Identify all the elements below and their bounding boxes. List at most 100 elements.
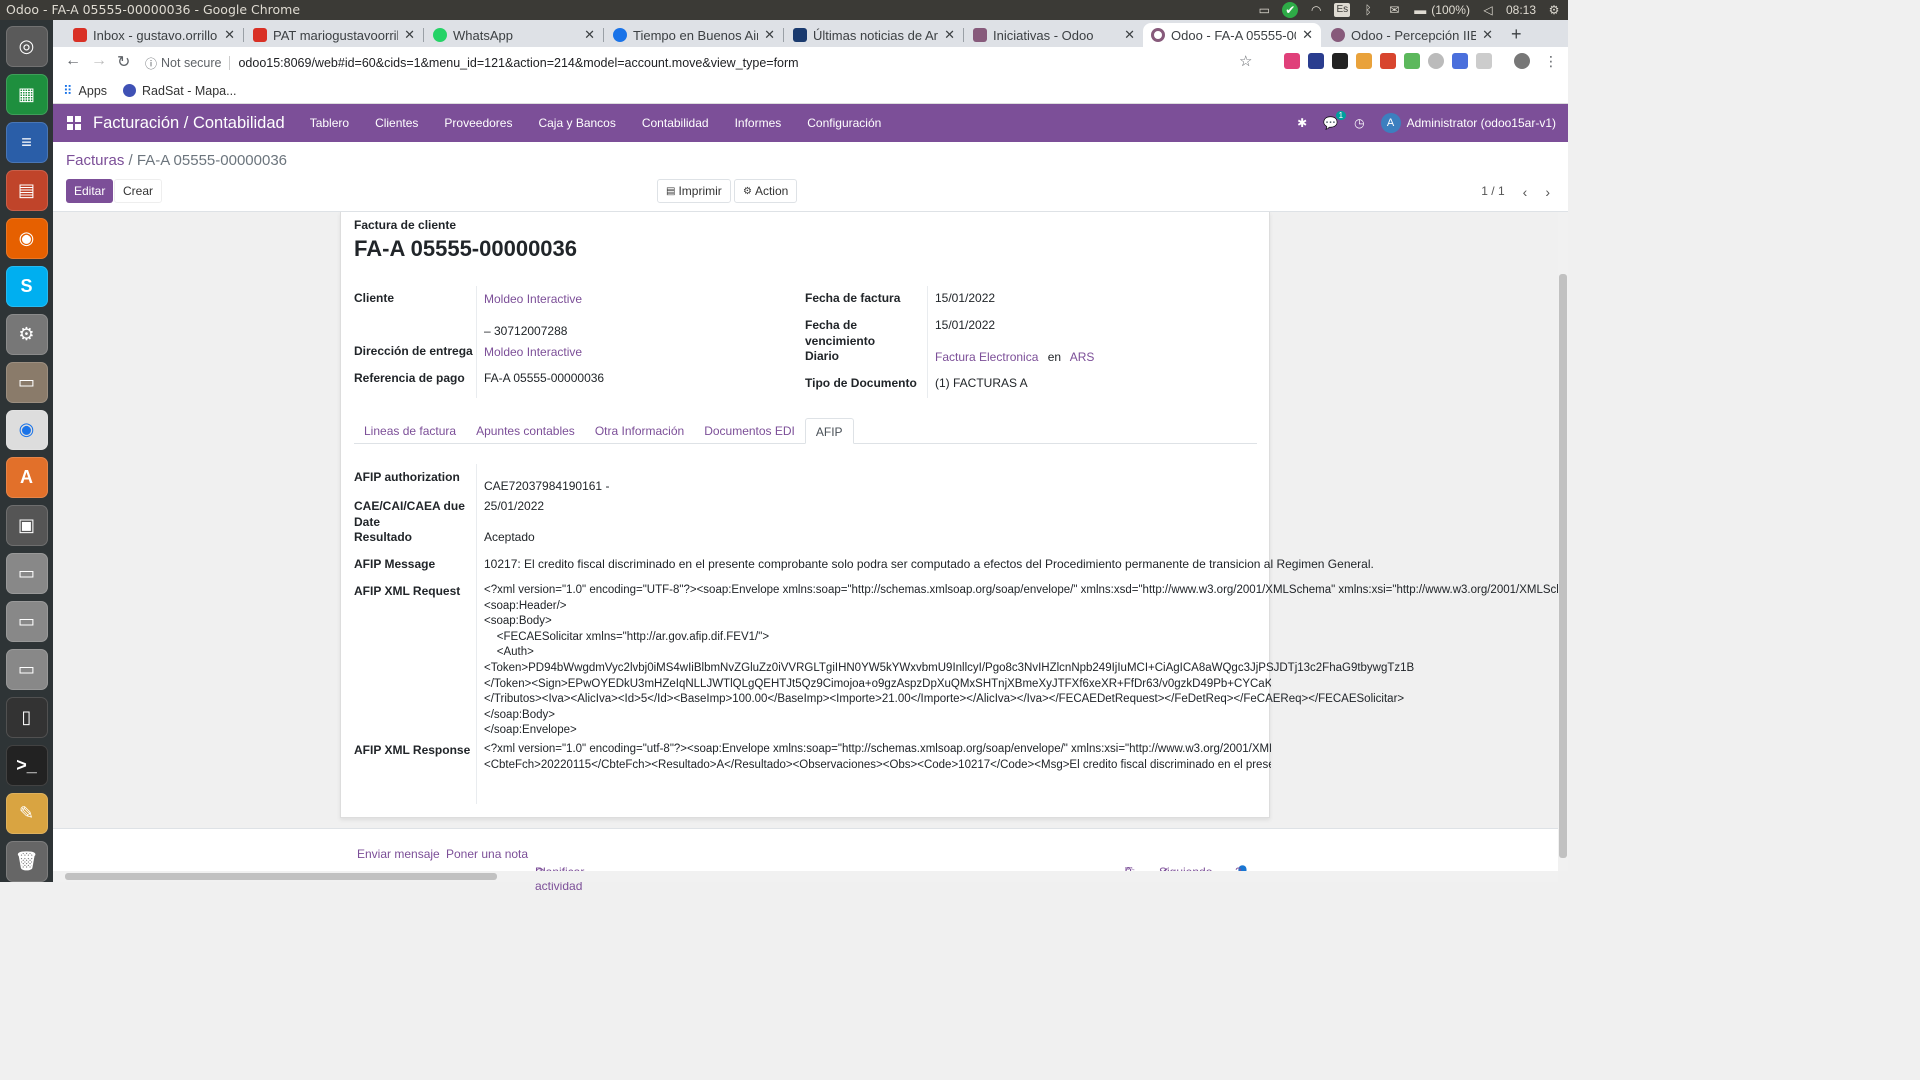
close-icon[interactable]: ✕ (1124, 27, 1135, 43)
browser-tab[interactable]: Iniciativas - Odoo ✕ (965, 23, 1143, 47)
new-tab-icon[interactable]: + (1511, 24, 1522, 45)
extension-icon[interactable] (1404, 53, 1420, 69)
diario-link[interactable]: Factura Electronica (935, 350, 1038, 364)
tab-afip[interactable]: AFIP (804, 418, 854, 444)
menu-proveedores[interactable]: Proveedores (431, 116, 525, 130)
disk-drive-icon-3[interactable]: ▭ (5, 649, 48, 691)
software-center-icon[interactable]: A (5, 457, 48, 499)
extension-icon[interactable] (1284, 53, 1300, 69)
scrollbar-thumb[interactable] (65, 873, 497, 880)
workspace-switcher-icon[interactable]: ▣ (5, 505, 48, 547)
breadcrumb-facturas[interactable]: Facturas (66, 152, 124, 169)
extension-icon[interactable] (1356, 53, 1372, 69)
info-icon[interactable]: ⓘ (145, 55, 157, 72)
close-icon[interactable]: ✕ (1302, 27, 1313, 43)
fecha-factura-field[interactable]: 15/01/2022 (935, 291, 995, 305)
action-button[interactable]: ⚙ Action (734, 179, 798, 203)
tipo-documento-field[interactable]: (1) FACTURAS A (935, 376, 1028, 390)
fecha-vencimiento-field[interactable]: 15/01/2022 (935, 318, 995, 332)
direccion-entrega-field[interactable]: Moldeo Interactive (484, 345, 582, 359)
browser-tab[interactable]: PAT mariogustavoorrill ✕ (245, 23, 423, 47)
address-bar[interactable]: ⓘ Not secure odoo15:8069/web#id=60&cids=… (145, 52, 1265, 74)
apps-menu-icon[interactable] (67, 116, 81, 130)
create-button[interactable]: Crear (114, 179, 163, 203)
impress-app-icon[interactable]: ▤ (5, 169, 48, 211)
spreadsheet-app-icon[interactable]: ▦ (5, 73, 48, 115)
tab-otra-informacion[interactable]: Otra Información (585, 418, 694, 444)
bookmark-radsat[interactable]: RadSat - Mapa... (123, 84, 237, 98)
debug-bug-icon[interactable]: ✱ (1297, 116, 1307, 130)
vertical-scrollbar[interactable] (1558, 212, 1568, 871)
profile-avatar-icon[interactable] (1514, 53, 1530, 69)
browser-tab-active[interactable]: Odoo - FA-A 05555-000 ✕ (1143, 23, 1321, 47)
menu-caja-bancos[interactable]: Caja y Bancos (525, 116, 628, 130)
chevron-right-icon[interactable]: › (1545, 184, 1550, 200)
extension-icon[interactable] (1308, 53, 1324, 69)
phone-device-icon[interactable]: ▯ (5, 697, 48, 739)
ubuntu-logo-icon[interactable]: ◎ (5, 26, 48, 67)
scrollbar-thumb[interactable] (1559, 274, 1567, 858)
browser-tab[interactable]: Odoo - Percepción IIBB ✕ (1323, 23, 1501, 47)
url-text[interactable]: odoo15:8069/web#id=60&cids=1&menu_id=121… (238, 56, 798, 70)
terminal-app-icon[interactable]: >_ (5, 745, 48, 786)
keyboard-layout[interactable]: Es (1334, 3, 1351, 17)
close-icon[interactable]: ✕ (764, 27, 775, 43)
extension-icon[interactable] (1380, 53, 1396, 69)
close-icon[interactable]: ✕ (224, 27, 235, 43)
skype-app-icon[interactable]: S (5, 265, 48, 307)
files-app-icon[interactable]: ▭ (5, 361, 48, 403)
forward-arrow-icon[interactable]: → (91, 52, 107, 70)
browser-tab[interactable]: WhatsApp ✕ (425, 23, 603, 47)
tab-documentos-edi[interactable]: Documentos EDI (694, 418, 805, 444)
browser-tab[interactable]: Últimas noticias de Arg ✕ (785, 23, 963, 47)
writer-app-icon[interactable]: ≡ (5, 121, 48, 163)
back-arrow-icon[interactable]: ← (65, 52, 81, 70)
pager-value[interactable]: 1 / 1 (1481, 184, 1504, 200)
close-icon[interactable]: ✕ (584, 27, 595, 43)
app-brand[interactable]: Facturación / Contabilidad (93, 114, 285, 133)
browser-tab[interactable]: Tiempo en Buenos Aire ✕ (605, 23, 783, 47)
edit-button[interactable]: Editar (66, 179, 114, 203)
reload-icon[interactable]: ↻ (117, 52, 130, 72)
send-message-button[interactable]: Enviar mensaje (357, 847, 440, 861)
tab-apuntes-contables[interactable]: Apuntes contables (466, 418, 585, 444)
close-icon[interactable]: ✕ (404, 27, 415, 43)
menu-kebab-icon[interactable]: ⋮ (1544, 53, 1558, 70)
clock[interactable]: 08:13 (1506, 3, 1536, 17)
currency-link[interactable]: ARS (1070, 350, 1095, 364)
extension-icon[interactable] (1332, 53, 1348, 69)
chevron-left-icon[interactable]: ‹ (1523, 184, 1528, 200)
firefox-app-icon[interactable]: ◉ (5, 217, 48, 259)
close-icon[interactable]: ✕ (1482, 27, 1493, 43)
menu-informes[interactable]: Informes (722, 116, 795, 130)
check-icon[interactable]: ✔ (1282, 2, 1299, 18)
user-menu[interactable]: A Administrator (odoo15ar-v1) (1380, 113, 1556, 133)
text-editor-icon[interactable]: ✎ (5, 793, 48, 834)
menu-clientes[interactable]: Clientes (362, 116, 431, 130)
log-note-button[interactable]: Poner una nota (446, 847, 528, 861)
trash-icon[interactable]: 🗑 (5, 840, 48, 882)
battery-indicator[interactable]: ▬ (100%) (1412, 3, 1470, 17)
volume-icon[interactable]: ◁ (1480, 3, 1496, 17)
chrome-app-icon[interactable]: ◉ (5, 409, 48, 451)
horizontal-scrollbar[interactable] (53, 871, 1558, 882)
system-settings-icon[interactable]: ⚙ (5, 313, 48, 355)
close-icon[interactable]: ✕ (944, 27, 955, 43)
disk-drive-icon-1[interactable]: ▭ (5, 553, 48, 595)
bookmark-star-icon[interactable]: ☆ (1239, 52, 1252, 70)
bookmark-apps[interactable]: ⠿ Apps (63, 83, 107, 99)
drive-icon[interactable]: ▭ (1256, 3, 1272, 17)
disk-drive-icon-2[interactable]: ▭ (5, 601, 48, 643)
extension-icon[interactable] (1428, 53, 1444, 69)
tab-lineas-factura[interactable]: Lineas de factura (354, 418, 466, 444)
referencia-pago-field[interactable]: FA-A 05555-00000036 (484, 371, 604, 385)
extension-icon[interactable] (1452, 53, 1468, 69)
menu-tablero[interactable]: Tablero (297, 116, 362, 130)
menu-contabilidad[interactable]: Contabilidad (629, 116, 722, 130)
cliente-field[interactable]: Moldeo Interactive (484, 292, 582, 306)
messaging-icon[interactable]: 💬 1 (1323, 111, 1347, 130)
print-button[interactable]: ▤ Imprimir (657, 179, 731, 203)
menu-configuracion[interactable]: Configuración (794, 116, 894, 130)
wifi-icon[interactable]: ◠ (1308, 3, 1324, 17)
activity-clock-icon[interactable]: ◷ (1354, 116, 1364, 130)
